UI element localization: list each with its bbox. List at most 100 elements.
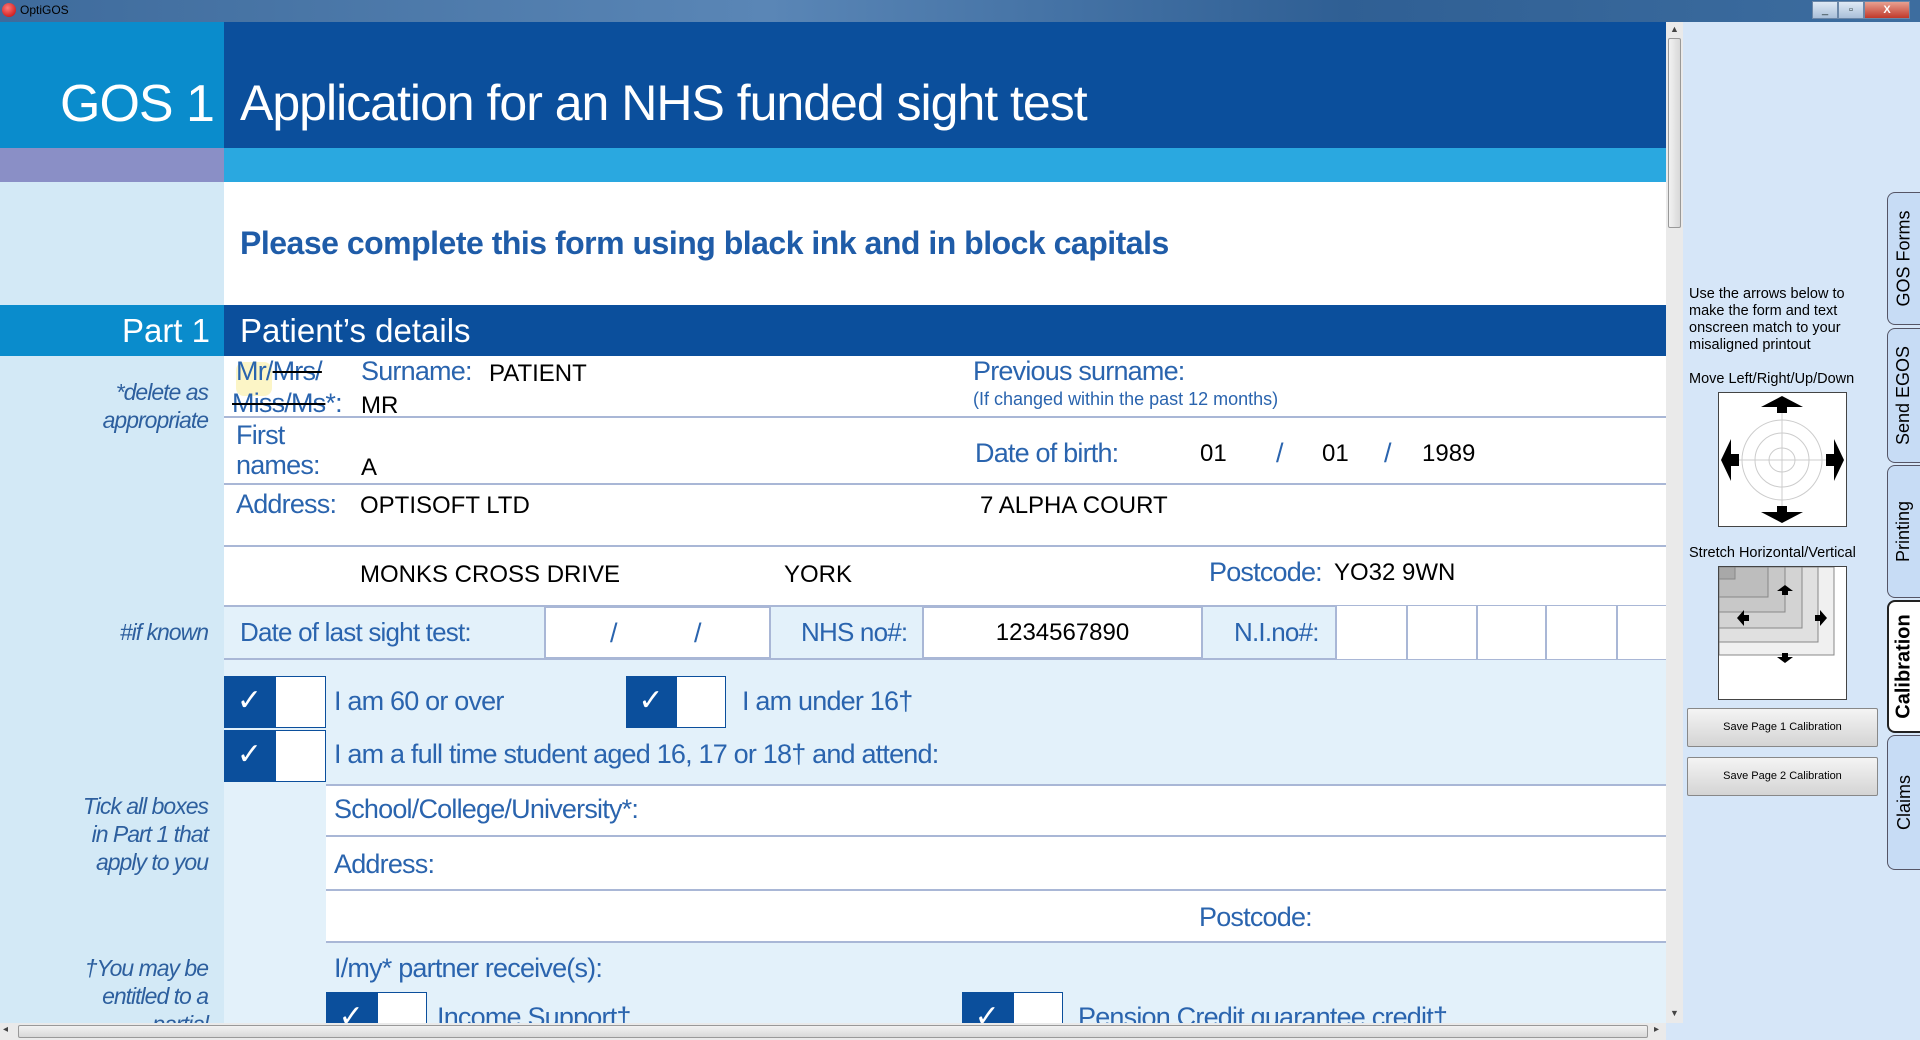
form-title: Application for an NHS funded sight test bbox=[240, 75, 1088, 131]
divider bbox=[224, 545, 1666, 547]
window-title: OptiGOS bbox=[20, 3, 69, 17]
school-postcode-label: Postcode: bbox=[1199, 902, 1313, 932]
address-line3[interactable]: MONKS CROSS DRIVE bbox=[360, 561, 620, 589]
nhs-no-label: NHS no#: bbox=[801, 617, 908, 647]
nhs-no-value: 1234567890 bbox=[995, 619, 1130, 646]
last-test-sep-1: / bbox=[610, 618, 617, 648]
move-label: Move Left/Right/Up/Down bbox=[1689, 371, 1855, 387]
dob-sep-1: / bbox=[1276, 438, 1283, 468]
school-address-label: Address: bbox=[334, 849, 435, 879]
stripe-left bbox=[0, 148, 224, 182]
surname-value[interactable]: PATIENT bbox=[489, 360, 587, 388]
save-page2-calibration-button[interactable]: Save Page 2 Calibration bbox=[1687, 757, 1878, 796]
tab-label: Calibration bbox=[1893, 614, 1916, 719]
address-line4[interactable]: YORK bbox=[784, 561, 852, 589]
minimize-button[interactable]: _ bbox=[1812, 1, 1838, 19]
app-icon bbox=[2, 3, 16, 17]
address-label: Address: bbox=[236, 489, 337, 519]
income-support-label: Income Support† bbox=[437, 1002, 631, 1023]
tab-printing[interactable]: Printing bbox=[1887, 465, 1920, 598]
dob-year[interactable]: 1989 bbox=[1422, 440, 1475, 468]
postcode-label: Postcode: bbox=[1209, 557, 1323, 587]
note-entitled: †You may be entitled to a partial bbox=[84, 955, 209, 1023]
title-miss-ms: Miss/Ms bbox=[232, 388, 326, 418]
address-line1[interactable]: OPTISOFT LTD bbox=[360, 492, 530, 520]
address-line2[interactable]: 7 ALPHA COURT bbox=[980, 492, 1168, 520]
previous-surname-label: Previous surname: bbox=[973, 356, 1185, 386]
divider bbox=[326, 835, 1666, 837]
tab-send-egos[interactable]: Send EGOS bbox=[1887, 328, 1920, 463]
form-code: GOS 1 bbox=[60, 75, 215, 133]
under16-checkbox[interactable]: ✓ bbox=[626, 676, 726, 728]
stripe-right bbox=[224, 148, 1666, 182]
move-up-icon[interactable] bbox=[1761, 396, 1803, 413]
title-mr: Mr/ bbox=[236, 356, 273, 386]
gos1-form: GOS 1 Application for an NHS funded sigh… bbox=[0, 22, 1666, 1023]
tab-claims[interactable]: Claims bbox=[1887, 735, 1920, 870]
receives-label: I/my* partner receive(s): bbox=[334, 953, 603, 983]
last-test-field[interactable]: / / bbox=[544, 606, 771, 659]
pension-credit-checkbox[interactable]: ✓ bbox=[962, 992, 1063, 1023]
divider bbox=[224, 416, 1666, 418]
save-page1-calibration-button[interactable]: Save Page 1 Calibration bbox=[1687, 708, 1878, 747]
title-bar: OptiGOS _ ▫ X bbox=[0, 0, 1920, 22]
first-names-label-1: First bbox=[236, 420, 285, 450]
over60-label: I am 60 or over bbox=[334, 686, 504, 716]
income-support-checkbox[interactable]: ✓ bbox=[326, 992, 427, 1023]
restore-button[interactable]: ▫ bbox=[1838, 1, 1864, 19]
scroll-left-icon[interactable]: ◂ bbox=[3, 1024, 8, 1035]
scroll-up-icon[interactable]: ▲ bbox=[1670, 24, 1679, 34]
check-icon: ✓ bbox=[626, 676, 676, 728]
postcode-value[interactable]: YO32 9WN bbox=[1334, 559, 1455, 587]
dob-day[interactable]: 01 bbox=[1200, 440, 1227, 468]
last-test-label: Date of last sight test: bbox=[240, 617, 472, 647]
note-delete: *delete as appropriate bbox=[102, 379, 209, 433]
vertical-scroll-thumb[interactable] bbox=[1668, 38, 1681, 228]
dob-month[interactable]: 01 bbox=[1322, 440, 1349, 468]
school-label: School/College/University*: bbox=[334, 794, 639, 824]
vertical-scrollbar[interactable]: ▲ ▼ bbox=[1666, 22, 1683, 1023]
first-names-label-2: names: bbox=[236, 450, 321, 480]
check-icon: ✓ bbox=[224, 730, 275, 782]
first-names-value[interactable]: A bbox=[361, 454, 377, 482]
horizontal-scroll-thumb[interactable] bbox=[18, 1025, 1648, 1038]
scroll-down-icon[interactable]: ▼ bbox=[1670, 1008, 1679, 1018]
stretch-pad[interactable] bbox=[1718, 566, 1847, 700]
close-button[interactable]: X bbox=[1864, 1, 1910, 19]
ni-no-field[interactable] bbox=[1335, 606, 1666, 659]
move-pad[interactable] bbox=[1718, 392, 1847, 527]
stretch-label: Stretch Horizontal/Vertical bbox=[1689, 545, 1856, 561]
title-mrs: Mrs/ bbox=[272, 356, 323, 386]
tab-calibration[interactable]: Calibration bbox=[1887, 600, 1920, 733]
tab-label: Send EGOS bbox=[1893, 345, 1914, 446]
under16-label: I am under 16† bbox=[742, 686, 913, 716]
previous-surname-hint: (If changed within the past 12 months) bbox=[973, 389, 1279, 409]
student-checkbox[interactable]: ✓ bbox=[224, 730, 326, 782]
check-icon: ✓ bbox=[224, 676, 275, 728]
student-label: I am a full time student aged 16, 17 or … bbox=[334, 739, 939, 769]
note-if-known: #if known bbox=[119, 619, 209, 645]
move-left-icon[interactable] bbox=[1721, 439, 1739, 481]
nhs-no-field[interactable]: 1234567890 bbox=[922, 606, 1203, 659]
move-right-icon[interactable] bbox=[1826, 439, 1844, 481]
part-label: Part 1 bbox=[121, 312, 210, 349]
move-down-icon[interactable] bbox=[1761, 506, 1803, 523]
tab-label: Printing bbox=[1893, 500, 1914, 563]
over60-checkbox[interactable]: ✓ bbox=[224, 676, 326, 728]
check-icon: ✓ bbox=[962, 992, 1013, 1023]
horizontal-scrollbar[interactable]: ◂ ▸ bbox=[0, 1023, 1666, 1040]
tab-label: GOS Forms bbox=[1893, 210, 1914, 307]
check-icon: ✓ bbox=[326, 992, 377, 1023]
dob-sep-2: / bbox=[1384, 438, 1391, 468]
dob-label: Date of birth: bbox=[975, 438, 1119, 468]
calibration-instructions: Use the arrows below to make the form an… bbox=[1689, 286, 1845, 353]
tab-gos-forms[interactable]: GOS Forms bbox=[1887, 192, 1920, 325]
scroll-right-icon[interactable]: ▸ bbox=[1654, 1024, 1659, 1035]
title-options[interactable]: Mr/Mrs/ bbox=[236, 356, 323, 387]
pension-credit-label: Pension Credit guarantee credit† bbox=[1078, 1002, 1448, 1023]
divider bbox=[224, 483, 1666, 485]
instruction-text: Please complete this form using black in… bbox=[240, 225, 1169, 261]
note-tick-all: Tick all boxes in Part 1 that apply to y… bbox=[82, 793, 209, 875]
ni-no-label: N.I.no#: bbox=[1234, 617, 1319, 647]
last-test-sep-2: / bbox=[694, 618, 701, 648]
